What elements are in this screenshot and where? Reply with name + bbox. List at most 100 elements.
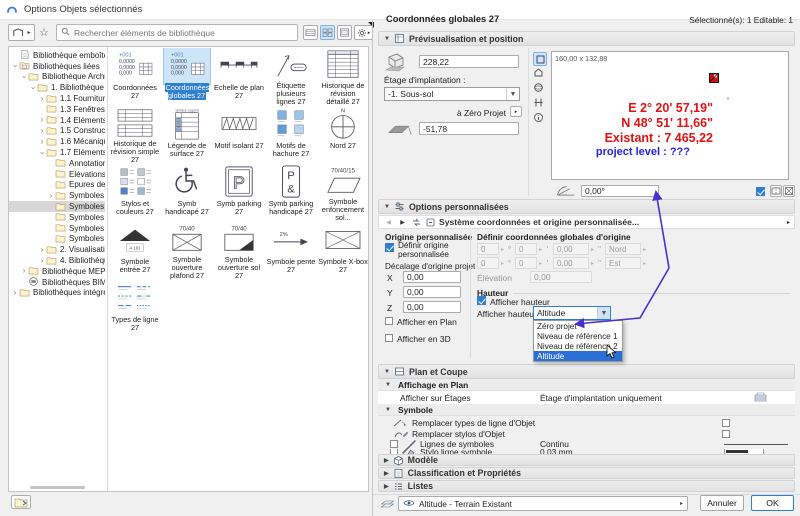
tree-item[interactable]: Symboles sanitai (9, 212, 105, 223)
tree-item[interactable]: Symboles végéta (9, 223, 105, 234)
section-classification-et-propri-t-s[interactable]: ▶ Classification et Propriétés (378, 467, 795, 479)
down-chevron-icon[interactable]: › (29, 84, 38, 92)
right-chevron-icon[interactable]: › (38, 245, 46, 254)
parameter-page-title[interactable]: Système coordonnées et origine personnal… (439, 217, 639, 227)
list-view-button[interactable] (303, 25, 318, 40)
section-custom-options[interactable]: ▼ Options personnalisées (378, 199, 795, 214)
right-chevron-icon[interactable]: › (38, 94, 46, 103)
preview-info-button[interactable] (533, 112, 547, 126)
show-in-plan-checkbox[interactable] (385, 317, 393, 325)
x-field[interactable]: 0,00 (403, 271, 461, 283)
tree-item[interactable]: Annotations 27 (9, 158, 105, 169)
height-from-select[interactable]: Altitude ▼ (533, 306, 611, 320)
library-item[interactable]: N Nord 27 (317, 106, 369, 164)
define-origin-checkbox[interactable] (385, 243, 394, 252)
library-item[interactable]: Surface Legend Légende de surface 27 (161, 106, 213, 164)
tree-item[interactable]: › Symboles électric (9, 190, 105, 201)
show-on-storeys-row[interactable]: Afficher sur Étages Étage d'implantation… (378, 391, 795, 404)
tree-item[interactable]: › 1.7 Eléments 2D 27 (9, 147, 105, 158)
down-chevron-icon[interactable]: › (38, 149, 47, 157)
zero-reference-flyout-button[interactable]: ▸ (510, 106, 522, 117)
tree-item[interactable]: › Bibliothèque MEP 27 (9, 266, 105, 277)
library-item[interactable]: A 101 Symbole entrée 27 (109, 222, 161, 280)
tree-item[interactable]: › 1. Bibliothèque basic (9, 82, 105, 93)
next-page-button[interactable]: ▶ (397, 217, 408, 228)
right-chevron-icon[interactable]: › (38, 126, 46, 135)
right-chevron-icon[interactable]: › (38, 256, 46, 265)
library-item[interactable]: 70/40/15 Symbole enfoncement sol... (317, 164, 369, 222)
tree-item[interactable]: › 1.6 Mécanique 27 (9, 136, 105, 147)
dropdown-option[interactable]: Zéro projet (534, 321, 622, 331)
show-on-storeys-value[interactable]: Étage d'implantation uniquement (540, 393, 662, 403)
library-item[interactable]: Stylos et couleurs 27 (109, 164, 161, 222)
library-search[interactable] (56, 24, 298, 41)
library-item[interactable]: Motifs de hachure 27 (265, 106, 317, 164)
override-checkbox[interactable] (722, 429, 730, 438)
chevron-down-icon[interactable]: ▼ (597, 307, 610, 319)
large-view-button[interactable] (337, 25, 352, 40)
override-checkbox[interactable] (722, 418, 730, 427)
symbol-setting-row[interactable]: Remplacer types de ligne d'Objet (378, 417, 795, 428)
library-item[interactable]: Types de ligne 27 (109, 280, 161, 338)
section-mod-le[interactable]: ▶ Modèle (378, 454, 795, 466)
tree-horizontal-scrollbar[interactable] (30, 486, 85, 489)
library-item[interactable]: Historique de révision détaillé 27 (317, 48, 369, 106)
previous-page-button[interactable]: ◀ (383, 217, 394, 228)
library-item[interactable]: +001 0,0000 0,0000 0,000 Coordonnées globale… (161, 48, 213, 106)
down-chevron-icon[interactable]: › (20, 73, 29, 81)
library-item[interactable]: 70/40 Symbole ouverture sol 27 (213, 222, 265, 280)
library-item[interactable]: 2% Symbole pente 27 (265, 222, 317, 280)
symbol-setting-row[interactable]: Lignes de symboles Continu (378, 439, 795, 454)
offset-field[interactable]: -51,78 (419, 122, 519, 135)
library-item[interactable]: P Symb parking 27 (213, 164, 265, 222)
library-item[interactable]: Historique de révision simple 27 (109, 106, 161, 164)
tree-item[interactable]: Epures de giratio (9, 180, 105, 191)
preview-3d-view-button[interactable] (533, 82, 547, 96)
library-item[interactable]: Symbole X-box 27 (317, 222, 369, 280)
storey-select[interactable]: -1. Sous-sol ▼ (384, 87, 520, 101)
panel-splitter-handle[interactable] (368, 22, 374, 28)
tree-item[interactable]: Elévations intérie (9, 169, 105, 180)
tree-item[interactable]: › Bibliothèque Archicad (9, 72, 105, 83)
show-height-checkbox[interactable] (477, 296, 486, 305)
tree-item[interactable]: › Bibliothèques intégrées (9, 288, 105, 299)
cancel-button[interactable]: Annuler (700, 495, 744, 511)
tree-item[interactable]: Symboles graphi (9, 201, 105, 212)
right-chevron-icon[interactable]: › (38, 137, 46, 146)
y-field[interactable]: 0,00 (403, 286, 461, 298)
row-value[interactable]: Continu (540, 439, 569, 449)
right-chevron-icon[interactable]: › (38, 116, 46, 124)
favorites-star-icon[interactable]: ☆ (39, 26, 49, 39)
tree-item[interactable]: › 1.4 Eléments de co (9, 115, 105, 126)
reset-preview-button[interactable] (783, 185, 795, 197)
page-flyout-icon[interactable]: ▸ (787, 219, 790, 226)
library-item[interactable]: Symb handicapé 27 (161, 164, 213, 222)
right-chevron-icon[interactable]: › (20, 267, 28, 275)
subsection-plan-display[interactable]: ▼ Affichage en Plan (378, 379, 795, 391)
library-item[interactable]: P & Symb parking handicapé 27 (265, 164, 317, 222)
tree-item[interactable]: Symboles véhicul (9, 234, 105, 245)
tree-item[interactable]: Bibliothèque emboîtée (9, 50, 105, 61)
rotation-angle-field[interactable]: 0,00° (581, 185, 659, 197)
dropdown-option[interactable]: Niveau de référence 1 (534, 331, 622, 341)
mirror-button[interactable] (770, 185, 782, 197)
section-listes[interactable]: ▶ Listes (378, 480, 795, 492)
right-chevron-icon[interactable]: › (11, 288, 19, 297)
section-plan-coupe[interactable]: ▼ Plan et Coupe (378, 364, 795, 379)
preview-2d-symbol-button[interactable] (533, 52, 547, 66)
preview-option-checkbox[interactable] (756, 187, 765, 196)
library-item[interactable]: Étiquette plusieurs lignes 27 (265, 48, 317, 106)
transfer-settings-icon[interactable] (411, 217, 422, 228)
library-item[interactable]: Motif isolant 27 (213, 106, 265, 164)
ok-button[interactable]: OK (751, 495, 794, 511)
add-library-button[interactable] (11, 495, 31, 509)
layer-flyout-icon[interactable]: ▸ (680, 500, 683, 507)
row-checkbox[interactable] (390, 440, 398, 448)
layer-select[interactable]: Altitude - Terrain Existant ▸ (398, 496, 688, 511)
search-input[interactable] (74, 27, 293, 38)
down-chevron-icon[interactable]: › (11, 62, 20, 70)
preview-section-view-button[interactable] (533, 97, 547, 111)
tree-item[interactable]: Bibliothèques BIMcloud (9, 277, 105, 288)
z-field[interactable]: 0,00 (403, 301, 461, 313)
chevron-down-icon[interactable]: ▼ (506, 88, 519, 100)
